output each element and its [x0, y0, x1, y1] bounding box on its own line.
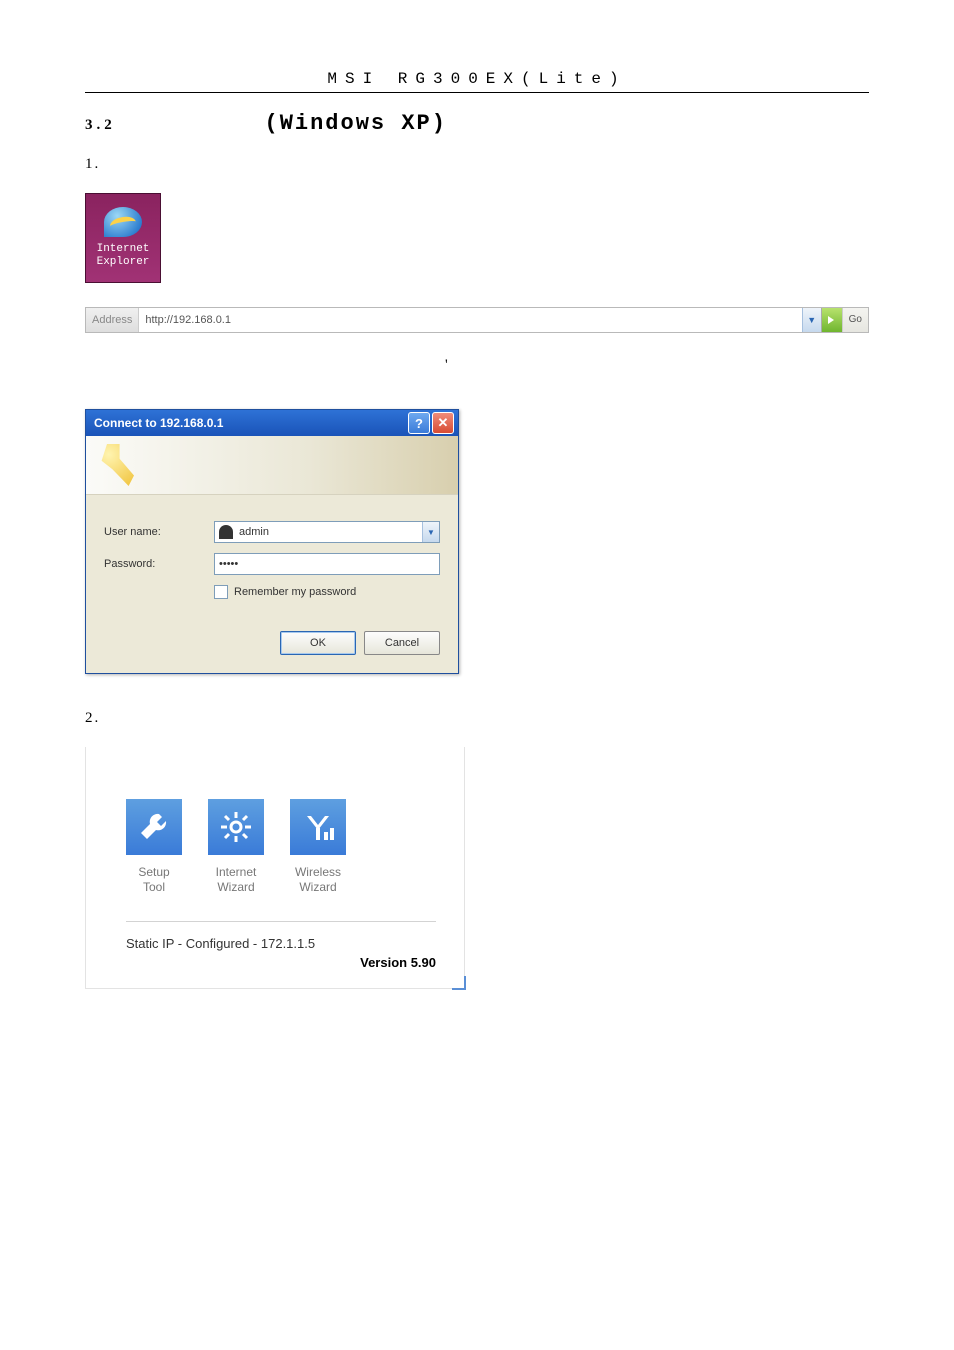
ie-label-1: Internet — [97, 243, 150, 256]
wireless-wizard-label: Wireless Wizard — [290, 865, 346, 895]
password-label: Password: — [104, 558, 214, 570]
resize-handle-icon — [452, 976, 466, 990]
step-1-number: 1. — [85, 156, 100, 172]
go-button[interactable] — [821, 308, 842, 332]
wizard-panel: Setup Tool Internet Wizard Wireless Wiza… — [85, 747, 465, 989]
section-number: 3.2 — [85, 117, 116, 133]
setup-tool-button[interactable]: Setup Tool — [126, 799, 182, 895]
dialog-titlebar: Connect to 192.168.0.1 ? ✕ — [86, 410, 458, 436]
page-header: MSI RG300EX(Lite) — [85, 70, 869, 93]
auth-dialog: Connect to 192.168.0.1 ? ✕ User name: ad… — [85, 409, 459, 674]
password-value: ••••• — [219, 558, 238, 570]
version-label: Version 5.90 — [126, 955, 436, 970]
address-label: Address — [86, 308, 139, 332]
wireless-wizard-button[interactable]: Wireless Wizard — [290, 799, 346, 895]
address-input[interactable]: http://192.168.0.1 — [139, 308, 801, 332]
keys-icon — [98, 444, 134, 486]
go-label: Go — [842, 308, 868, 332]
internet-explorer-icon[interactable]: Internet Explorer — [85, 193, 161, 283]
internet-wizard-button[interactable]: Internet Wizard — [208, 799, 264, 895]
internet-wizard-label: Internet Wizard — [208, 865, 264, 895]
ok-button[interactable]: OK — [280, 631, 356, 655]
username-label: User name: — [104, 526, 214, 538]
help-button[interactable]: ? — [408, 412, 430, 434]
wrench-icon — [126, 799, 182, 855]
connection-status: Static IP - Configured - 172.1.1.5 — [126, 936, 436, 951]
username-value: admin — [239, 526, 269, 538]
ie-label-2: Explorer — [97, 256, 150, 269]
remember-checkbox[interactable] — [214, 585, 228, 599]
user-icon — [219, 525, 233, 539]
body-filler-1: ' — [85, 351, 869, 380]
username-input[interactable]: admin ▼ — [214, 521, 440, 543]
ie-swoosh-icon — [104, 207, 142, 237]
username-dropdown-icon[interactable]: ▼ — [422, 522, 439, 542]
password-input[interactable]: ••••• — [214, 553, 440, 575]
divider — [126, 921, 436, 922]
close-button[interactable]: ✕ — [432, 412, 454, 434]
cancel-button[interactable]: Cancel — [364, 631, 440, 655]
step-2-number: 2. — [85, 710, 100, 726]
remember-label: Remember my password — [234, 586, 356, 598]
antenna-icon — [290, 799, 346, 855]
setup-tool-label: Setup Tool — [126, 865, 182, 895]
dialog-title: Connect to 192.168.0.1 — [90, 416, 406, 430]
section-title: (Windows XP) — [265, 111, 447, 136]
dialog-banner — [86, 436, 458, 495]
address-bar: Address http://192.168.0.1 ▼ Go — [85, 307, 869, 333]
gear-icon — [208, 799, 264, 855]
address-dropdown-icon[interactable]: ▼ — [802, 308, 821, 332]
